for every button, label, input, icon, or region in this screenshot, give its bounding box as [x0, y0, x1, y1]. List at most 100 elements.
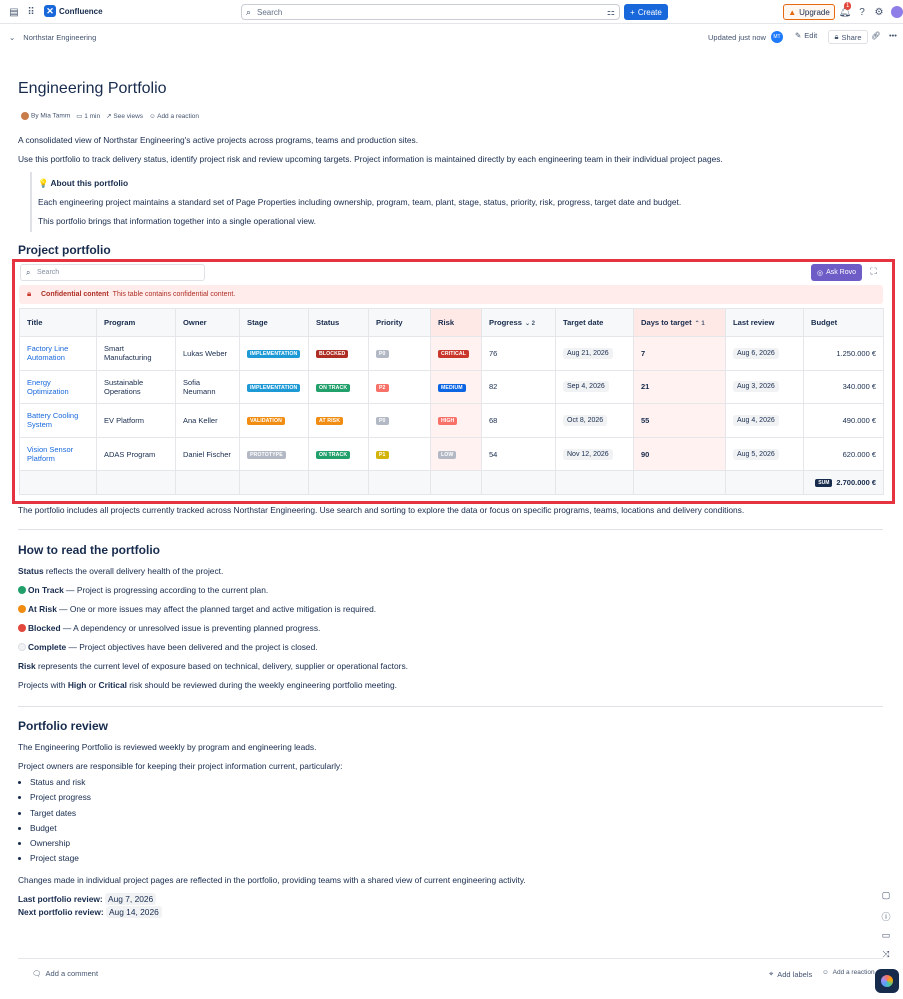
cell-priority: P0: [368, 403, 431, 438]
summary-cell: [481, 470, 556, 496]
col-header-progress[interactable]: Progress ⌄ 2: [481, 308, 556, 337]
cell-days: 55: [633, 403, 726, 438]
list-item: Status and risk: [30, 777, 91, 792]
cell-stage: PROTOTYPE: [239, 436, 309, 472]
after-table-paragraph: The portfolio includes all projects curr…: [18, 505, 745, 515]
help-icon[interactable]: ?: [856, 6, 868, 18]
info-icon[interactable]: ⓘ: [880, 910, 892, 922]
create-button[interactable]: + Create: [624, 4, 668, 20]
chevron-down-icon[interactable]: ⌄: [9, 33, 15, 42]
add-comment-button[interactable]: 🗨︎ Add a comment: [32, 969, 98, 978]
col-header-program[interactable]: Program: [96, 308, 176, 337]
date-chip: Aug 14, 2026: [105, 906, 162, 918]
col-header-title[interactable]: Title: [19, 308, 97, 337]
table-search-placeholder: Search: [37, 269, 60, 276]
cell-owner: Ana Keller: [175, 403, 240, 438]
divider: [18, 706, 883, 707]
confidential-title: Confidential content: [41, 291, 109, 298]
cell-priority: P1: [368, 436, 431, 472]
sort-asc-icon[interactable]: ⌃ 1: [695, 321, 705, 327]
ask-rovo-button[interactable]: ◎ Ask Rovo: [811, 264, 862, 281]
project-link[interactable]: Battery Cooling System: [27, 411, 78, 429]
collaborator-avatar[interactable]: MT: [771, 31, 783, 43]
pencil-icon: ✎: [795, 31, 802, 40]
priority-lozenge: P0: [376, 417, 389, 426]
list-item: Project stage: [30, 853, 91, 868]
col-header-risk[interactable]: Risk: [430, 308, 482, 337]
fullscreen-icon[interactable]: ⛶: [867, 266, 880, 279]
shuffle-icon[interactable]: ⤨: [880, 949, 892, 961]
panel-paragraph-2: This portfolio brings that information t…: [38, 216, 316, 226]
rovo-chat-button[interactable]: [875, 969, 899, 993]
budget-sum-cell[interactable]: SUM 2.700.000 €: [803, 470, 884, 496]
cell-stage: IMPLEMENTATION: [239, 369, 309, 405]
more-actions-icon[interactable]: •••: [889, 31, 897, 40]
risk-lozenge: LOW: [438, 451, 457, 460]
col-header-days-to-target[interactable]: Days to target ⌃ 1: [633, 308, 726, 337]
user-avatar[interactable]: [891, 6, 903, 18]
page-title: Engineering Portfolio: [18, 80, 167, 97]
app-switcher-icon[interactable]: ⠿: [25, 6, 37, 18]
green-dot-icon: [18, 586, 26, 594]
breadcrumb: ⌄ Northstar Engineering: [9, 33, 96, 42]
stage-lozenge: VALIDATION: [247, 417, 285, 426]
upgrade-button[interactable]: ▲ Upgrade: [783, 4, 835, 20]
portfolio-review-heading: Portfolio review: [18, 719, 109, 733]
project-link[interactable]: Energy Optimization: [27, 378, 69, 396]
copy-link-icon[interactable]: 🔗︎: [871, 31, 881, 40]
cell-last-review: Aug 3, 2026: [725, 369, 804, 405]
sidebar-toggle-icon[interactable]: ▤: [8, 6, 20, 18]
last-review-line: Last portfolio review: Aug 7, 2026: [18, 893, 157, 905]
add-labels-button[interactable]: ⌖ Add labels: [769, 969, 812, 979]
confluence-logo-icon[interactable]: ✕: [44, 5, 56, 17]
table-search-input[interactable]: ⌕ Search: [20, 264, 205, 281]
col-header-budget[interactable]: Budget: [803, 308, 884, 337]
cell-last-review: Aug 6, 2026: [725, 336, 804, 371]
add-reaction-link[interactable]: ☺ Add a reaction: [149, 113, 199, 120]
cell-program: Smart Manufacturing: [96, 336, 176, 371]
project-link[interactable]: Vision Sensor Platform: [27, 445, 73, 463]
app-name[interactable]: Confluence: [59, 7, 103, 16]
edit-button[interactable]: ✎ Edit: [795, 31, 817, 40]
upgrade-label: Upgrade: [799, 7, 830, 17]
date-chip: Oct 8, 2026: [563, 414, 608, 426]
table-row: Factory Line Automation Smart Manufactur…: [19, 336, 884, 371]
days-header-label: Days to target: [641, 318, 692, 327]
see-views-link[interactable]: ↗ See views: [106, 112, 143, 120]
white-dot-icon: [18, 643, 26, 651]
review-paragraph-1: The Engineering Portfolio is reviewed we…: [18, 742, 317, 752]
video-icon[interactable]: ▭: [880, 930, 892, 942]
author[interactable]: By Mia Tamm: [21, 112, 70, 120]
col-header-last-review[interactable]: Last review: [725, 308, 804, 337]
project-link[interactable]: Factory Line Automation: [27, 344, 68, 362]
cell-budget: 490.000 €: [803, 403, 884, 438]
status-lozenge: ON TRACK: [316, 383, 351, 392]
comments-panel-icon[interactable]: ▢: [880, 890, 892, 902]
cell-target-date: Sep 4, 2026: [555, 369, 634, 405]
table-summary-row: SUM 2.700.000 €: [19, 470, 884, 496]
priority-lozenge: P1: [376, 451, 389, 460]
global-search-input[interactable]: ⌕ Search ⚏: [241, 4, 620, 20]
col-header-target-date[interactable]: Target date: [555, 308, 634, 337]
summary-cell: [725, 470, 804, 496]
cell-status: ON TRACK: [308, 436, 369, 472]
review-paragraph-2: Project owners are responsible for keepi…: [18, 761, 343, 771]
add-reaction-button[interactable]: ☺ Add a reaction: [822, 969, 875, 976]
col-header-priority[interactable]: Priority: [368, 308, 431, 337]
summary-cell: [555, 470, 634, 496]
filter-icon[interactable]: ⚏: [607, 7, 615, 18]
share-button[interactable]: 🔒︎ Share: [828, 30, 868, 44]
table-row: Battery Cooling System EV Platform Ana K…: [19, 403, 884, 438]
settings-gear-icon[interactable]: ⚙: [873, 6, 885, 18]
col-header-owner[interactable]: Owner: [175, 308, 240, 337]
cell-program: ADAS Program: [96, 436, 176, 472]
chart-icon: ↗: [106, 113, 112, 120]
cell-status: AT RISK: [308, 403, 369, 438]
col-header-status[interactable]: Status: [308, 308, 369, 337]
sort-desc-icon[interactable]: ⌄ 2: [525, 321, 535, 327]
breadcrumb-space-link[interactable]: Northstar Engineering: [23, 33, 96, 42]
cell-risk: HIGH: [430, 403, 482, 438]
col-header-stage[interactable]: Stage: [239, 308, 309, 337]
confidential-banner: 🔒︎ Confidential content This table conta…: [19, 285, 883, 304]
table-row: Energy Optimization Sustainable Operatio…: [19, 369, 884, 405]
